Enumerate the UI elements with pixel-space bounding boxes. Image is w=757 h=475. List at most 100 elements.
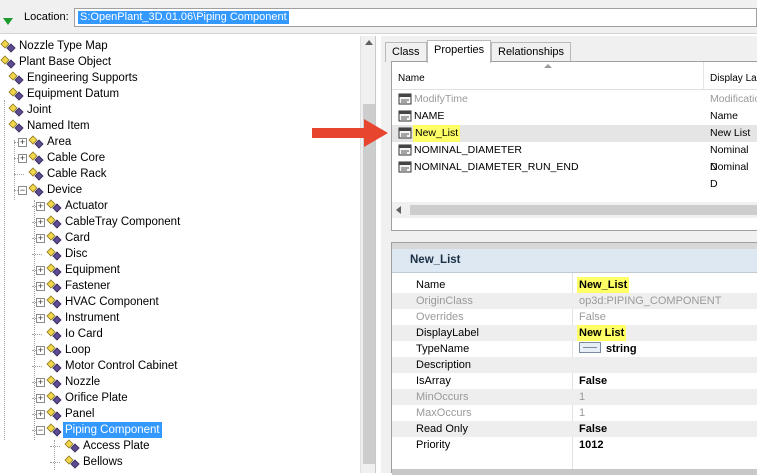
detail-value[interactable]: New List (577, 325, 627, 341)
tab-relationships[interactable]: Relationships (491, 42, 572, 62)
tree-scrollbar[interactable] (360, 36, 375, 473)
property-display-label: Name (710, 110, 739, 122)
location-input[interactable]: S:OpenPlant_3D.01.06\Piping Component (74, 8, 757, 27)
class-tree[interactable]: Nozzle Type Map Plant Base Object Engineer… (0, 36, 376, 473)
download-arrow-icon[interactable] (3, 18, 13, 26)
tab-class[interactable]: Class (385, 42, 427, 62)
tree-item[interactable]: Equipment Datum (0, 86, 358, 102)
tree-item-label: Orifice Plate (65, 392, 128, 404)
expand-icon[interactable]: + (36, 266, 45, 275)
detail-row[interactable]: MinOccurs 1 (392, 389, 757, 405)
property-row[interactable]: NOMINAL_DIAMETER Nominal D (392, 142, 757, 173)
tree-item[interactable]: + Cable Core (0, 150, 358, 166)
class-icon (46, 327, 62, 341)
expand-icon[interactable]: + (36, 394, 45, 403)
tree-item[interactable]: Motor Control Cabinet (0, 358, 358, 374)
class-icon (46, 423, 62, 437)
detail-row[interactable]: Name New_List (392, 277, 757, 293)
property-row[interactable]: New_List New List (392, 125, 757, 142)
tree-item[interactable]: + Area (0, 134, 358, 150)
expand-icon[interactable]: + (36, 410, 45, 419)
tree-item[interactable]: + Nozzle (0, 374, 358, 390)
tree-item[interactable]: − Piping Component (0, 422, 358, 438)
grid-header: Name Display La (392, 62, 757, 90)
tree-item[interactable]: + Fastener (0, 278, 358, 294)
detail-key: MaxOccurs (416, 407, 472, 419)
detail-row[interactable]: IsArray False (392, 373, 757, 389)
property-row[interactable]: NOMINAL_DIAMETER_RUN_END Nominal D (392, 159, 757, 190)
tree-item-label: Equipment (65, 264, 120, 276)
tree-item[interactable]: Engineering Supports (0, 70, 358, 86)
tree-item[interactable]: Named Item (0, 118, 358, 134)
tree-item[interactable]: Plant Base Object (0, 54, 358, 70)
tree-item[interactable]: + Panel (0, 406, 358, 422)
tree-item-label: Engineering Supports (27, 72, 138, 84)
detail-key: OriginClass (416, 295, 473, 307)
detail-row[interactable]: OriginClass op3d:PIPING_COMPONENT (392, 293, 757, 309)
expand-icon[interactable]: + (36, 234, 45, 243)
detail-row[interactable]: TypeName string (392, 341, 757, 357)
tree-item[interactable]: + Equipment (0, 262, 358, 278)
detail-value[interactable]: New_List (577, 277, 630, 293)
tree-item-label: Named Item (27, 120, 90, 132)
tree-item[interactable]: + Card (0, 230, 358, 246)
tree-item[interactable]: Disc (0, 246, 358, 262)
detail-row[interactable]: MaxOccurs 1 (392, 405, 757, 421)
class-icon (46, 247, 62, 261)
expand-icon[interactable]: + (36, 202, 45, 211)
expand-icon[interactable]: + (36, 298, 45, 307)
tree-guide-line (14, 140, 15, 200)
expand-icon[interactable]: + (18, 154, 27, 163)
tree-item[interactable]: + Orifice Plate (0, 390, 358, 406)
detail-row[interactable]: Description (392, 357, 757, 373)
properties-grid[interactable]: Name Display La ModifyTime Modificatio NAM… (391, 61, 757, 231)
expand-icon[interactable]: + (36, 378, 45, 387)
scrollbar-thumb[interactable] (410, 205, 757, 215)
sort-caret-icon (544, 64, 552, 68)
expand-icon[interactable]: + (36, 282, 45, 291)
tree-item[interactable]: + Instrument (0, 310, 358, 326)
expand-icon[interactable]: + (18, 138, 27, 147)
horizontal-scrollbar[interactable] (392, 202, 757, 218)
expand-icon[interactable]: + (36, 346, 45, 355)
scrollbar-thumb[interactable] (363, 104, 375, 464)
property-row[interactable]: NAME Name (392, 108, 757, 125)
tree-item[interactable]: + Loop (0, 342, 358, 358)
tree-item-label: Io Card (65, 328, 103, 340)
tree-item[interactable]: Nozzle Type Map (0, 38, 358, 54)
tree-item[interactable]: Cable Rack (0, 166, 358, 182)
detail-row[interactable]: Priority 1012 (392, 437, 757, 453)
detail-value[interactable]: False (579, 421, 607, 437)
detail-value: 1 (579, 391, 586, 403)
detail-row[interactable]: DisplayLabel New List (392, 325, 757, 341)
detail-value[interactable]: False (579, 373, 607, 389)
class-icon (46, 295, 62, 309)
tree-item[interactable]: Io Card (0, 326, 358, 342)
tree-connector (50, 462, 60, 463)
tree-item[interactable]: − Device (0, 182, 358, 198)
detail-row[interactable]: Overrides False (392, 309, 757, 325)
column-header-display-label[interactable]: Display La (710, 73, 757, 84)
detail-key: Priority (416, 439, 451, 451)
collapse-icon[interactable]: − (18, 186, 27, 195)
property-detail-panel: New_List Name New_List OriginClass op3d:PIP… (391, 242, 757, 475)
tree-item-label: Access Plate (83, 440, 150, 452)
column-header-name[interactable]: Name (398, 73, 425, 84)
tree-item[interactable]: + Actuator (0, 198, 358, 214)
tree-item[interactable]: + HVAC Component (0, 294, 358, 310)
scroll-up-icon[interactable] (365, 40, 373, 45)
expand-icon[interactable]: + (36, 218, 45, 227)
tree-item[interactable]: Joint (0, 102, 358, 118)
scroll-left-icon[interactable] (396, 206, 401, 214)
expand-icon[interactable]: + (36, 314, 45, 323)
property-row[interactable]: ModifyTime Modificatio (392, 91, 757, 108)
tab-properties[interactable]: Properties (427, 40, 492, 63)
tree-item-label: Joint (27, 104, 52, 116)
detail-row[interactable]: Read Only False (392, 421, 757, 437)
tree-item[interactable]: + CableTray Component (0, 214, 358, 230)
class-icon (28, 183, 44, 197)
detail-value[interactable]: 1012 (579, 437, 603, 453)
detail-value[interactable]: string (579, 341, 637, 357)
column-divider[interactable] (703, 62, 704, 90)
collapse-icon[interactable]: − (36, 426, 45, 435)
